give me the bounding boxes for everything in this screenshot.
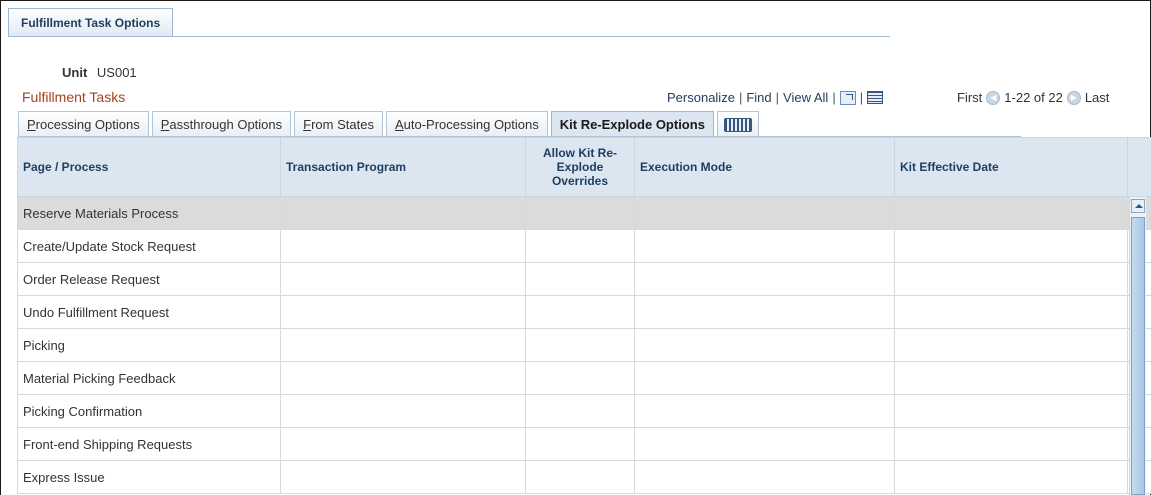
cell-transaction-program (280, 394, 526, 428)
table-row[interactable]: Reserve Materials Process (17, 196, 1151, 230)
cell-page-process: Express Issue (17, 460, 281, 494)
pager: First ◀ 1-22 of 22 ▶ Last (957, 90, 1109, 105)
cell-kit-effective-date (894, 328, 1128, 362)
cell-execution-mode (634, 328, 895, 362)
cell-execution-mode (634, 361, 895, 395)
scroll-up-icon[interactable] (1131, 199, 1145, 213)
cell-execution-mode (634, 394, 895, 428)
table-row[interactable]: Create/Update Stock Request (17, 229, 1151, 263)
cell-kit-effective-date (894, 229, 1128, 263)
zoom-icon[interactable] (839, 90, 856, 105)
cell-kit-effective-date (894, 262, 1128, 296)
cell-page-process: Material Picking Feedback (17, 361, 281, 395)
fulfillment-tasks-table: Page / Process Transaction Program Allow… (17, 137, 1151, 494)
download-icon[interactable] (867, 91, 884, 104)
cell-page-process: Front-end Shipping Requests (17, 427, 281, 461)
cell-allow-overrides (525, 295, 635, 329)
unit-label: Unit (62, 65, 88, 80)
table-row[interactable]: Order Release Request (17, 262, 1151, 296)
cell-kit-effective-date (894, 427, 1128, 461)
unit-row: Unit US001 (62, 65, 137, 80)
nav-separator: | (859, 90, 864, 105)
cell-kit-effective-date (894, 394, 1128, 428)
cell-allow-overrides (525, 262, 635, 296)
cell-kit-effective-date (894, 295, 1128, 329)
tab-processing-options[interactable]: Processing Options (18, 111, 149, 137)
personalize-link[interactable]: Personalize (667, 90, 735, 105)
cell-page-process: Picking (17, 328, 281, 362)
cell-transaction-program (280, 361, 526, 395)
tab-from-states[interactable]: From States (294, 111, 383, 137)
grid-nav: Personalize | Find | View All | | (667, 90, 884, 105)
table-row[interactable]: Picking (17, 328, 1151, 362)
cell-execution-mode (634, 295, 895, 329)
table-row[interactable]: Express Issue (17, 460, 1151, 494)
table-row[interactable]: Material Picking Feedback (17, 361, 1151, 395)
column-header-scroll (1127, 137, 1151, 197)
tab-fulfillment-task-options[interactable]: Fulfillment Task Options (8, 8, 174, 37)
table-row[interactable]: Undo Fulfillment Request (17, 295, 1151, 329)
tab-passthrough-options[interactable]: Passthrough Options (151, 111, 292, 137)
tab-kit-re-explode-options[interactable]: Kit Re-Explode Options (550, 111, 714, 137)
cell-kit-effective-date (894, 361, 1128, 395)
table-header-row: Page / Process Transaction Program Allow… (17, 137, 1151, 197)
cell-transaction-program (280, 196, 526, 230)
cell-kit-effective-date (894, 196, 1128, 230)
cell-transaction-program (280, 229, 526, 263)
nav-separator: | (738, 90, 743, 105)
previous-icon[interactable]: ◀ (986, 90, 1001, 105)
cell-allow-overrides (525, 229, 635, 263)
cell-transaction-program (280, 427, 526, 461)
pager-last: Last (1084, 90, 1110, 105)
cell-transaction-program (280, 328, 526, 362)
cell-allow-overrides (525, 460, 635, 494)
page-tab-divider (8, 36, 890, 37)
scroll-thumb[interactable] (1131, 217, 1145, 495)
column-header-transaction-program: Transaction Program (280, 137, 526, 197)
column-header-allow-kit-re-explode-overrides: Allow Kit Re-Explode Overrides (525, 137, 635, 197)
cell-execution-mode (634, 427, 895, 461)
table-row[interactable]: Picking Confirmation (17, 394, 1151, 428)
cell-allow-overrides (525, 361, 635, 395)
cell-allow-overrides (525, 427, 635, 461)
cell-transaction-program (280, 262, 526, 296)
grid-title: Fulfillment Tasks (22, 89, 126, 105)
cell-transaction-program (280, 460, 526, 494)
cell-execution-mode (634, 262, 895, 296)
pager-first: First (957, 90, 983, 105)
vertical-scrollbar[interactable] (1129, 197, 1146, 495)
cell-page-process: Picking Confirmation (17, 394, 281, 428)
cell-transaction-program (280, 295, 526, 329)
cell-kit-effective-date (894, 460, 1128, 494)
column-header-kit-effective-date: Kit Effective Date (894, 137, 1128, 197)
cell-allow-overrides (525, 328, 635, 362)
column-header-execution-mode: Execution Mode (634, 137, 895, 197)
cell-page-process: Order Release Request (17, 262, 281, 296)
cell-execution-mode (634, 460, 895, 494)
cell-page-process: Undo Fulfillment Request (17, 295, 281, 329)
table-row[interactable]: Front-end Shipping Requests (17, 427, 1151, 461)
nav-separator: | (832, 90, 836, 105)
find-link[interactable]: Find (746, 90, 771, 105)
pager-range: 1-22 of 22 (1004, 90, 1063, 105)
cell-execution-mode (634, 196, 895, 230)
nav-separator: | (775, 90, 780, 105)
view-all-link[interactable]: View All (783, 90, 828, 105)
cell-page-process: Reserve Materials Process (17, 196, 281, 230)
unit-value: US001 (96, 65, 137, 80)
show-all-columns-icon (723, 117, 752, 132)
column-header-page-process: Page / Process (17, 137, 281, 197)
cell-allow-overrides (525, 394, 635, 428)
next-icon[interactable]: ▶ (1066, 90, 1081, 105)
cell-page-process: Create/Update Stock Request (17, 229, 281, 263)
tab-auto-processing-options[interactable]: Auto-Processing Options (385, 111, 548, 137)
grid-tabs: Processing Options Passthrough Options F… (18, 111, 762, 137)
show-all-columns-button[interactable] (716, 111, 759, 137)
cell-execution-mode (634, 229, 895, 263)
cell-allow-overrides (525, 196, 635, 230)
